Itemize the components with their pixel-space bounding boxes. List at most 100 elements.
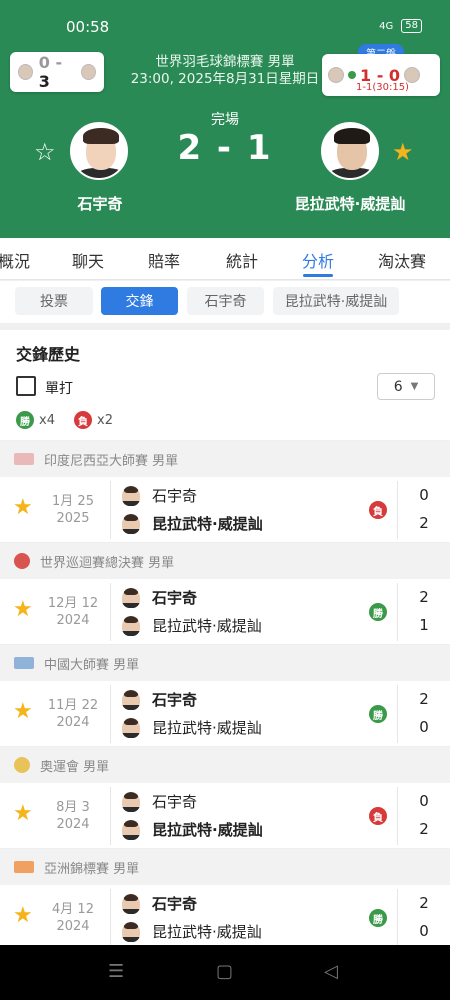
event-name: 印度尼西亞大師賽 男單 — [44, 453, 179, 469]
event-name: 奧運會 男單 — [40, 759, 110, 775]
menu-icon[interactable]: ☰ — [108, 961, 124, 982]
player-row: 石宇奇 — [122, 587, 197, 608]
match-score: 2 - 1 — [177, 128, 273, 168]
favorite-star-icon[interactable]: ★ — [392, 140, 414, 164]
player-avatar-icon — [122, 791, 140, 812]
subtab-vote[interactable]: 投票 — [15, 287, 93, 315]
player-name: 昆拉武特·威提訕 — [152, 821, 263, 839]
favorite-star-icon[interactable]: ★ — [13, 905, 33, 927]
result-badge: 勝 — [369, 705, 387, 723]
h2h-match-list: 印度尼西亞大師賽 男單 ★ 1月 25 2025 石宇奇 昆拉武特·威提訕 負 0… — [0, 441, 450, 951]
win-tally: 勝 x4 — [16, 411, 55, 429]
away-player-name[interactable]: 昆拉武特·威提訕 — [280, 193, 420, 214]
back-icon[interactable]: ◁ — [324, 961, 338, 982]
player-avatar-icon — [18, 64, 33, 80]
match-date: 12月 12 2024 — [47, 596, 99, 628]
result-badge: 負 — [369, 501, 387, 519]
event-logo-icon — [14, 657, 34, 669]
subtab-away-player[interactable]: 昆拉武特·威提訕 — [273, 287, 399, 315]
tournament-info: 世界羽毛球錦標賽 男單 23:00, 2025年8月31日星期日 — [120, 54, 330, 88]
favorite-star-icon[interactable]: ☆ — [34, 140, 56, 164]
loss-badge: 負 — [74, 411, 92, 429]
system-nav-bar: ☰ ▢ ◁ — [0, 945, 450, 1000]
tab-chat[interactable]: 聊天 — [72, 248, 104, 272]
player-avatar-icon — [122, 485, 140, 506]
match-row[interactable]: ★ 12月 12 2024 石宇奇 昆拉武特·威提訕 勝 2 1 — [0, 579, 450, 645]
player-row: 昆拉武特·威提訕 — [122, 513, 263, 534]
match-date: 4月 12 2024 — [52, 902, 94, 934]
result-badge: 勝 — [369, 909, 387, 927]
player-name: 石宇奇 — [152, 895, 198, 913]
live-match-card[interactable]: 1 - 0 1-1(30:15) — [322, 54, 440, 96]
player-avatar-icon — [122, 717, 140, 738]
player2-score: 2 — [419, 514, 429, 532]
favorite-star-icon[interactable]: ★ — [13, 497, 33, 519]
battery-icon: 58 — [401, 19, 422, 33]
singles-checkbox[interactable] — [16, 376, 36, 396]
event-header: 中國大師賽 男單 — [0, 645, 450, 681]
match-row[interactable]: ★ 4月 12 2024 石宇奇 昆拉武特·威提訕 勝 2 0 — [0, 885, 450, 951]
player-row: 昆拉武特·威提訕 — [122, 921, 262, 942]
tab-analysis[interactable]: 分析 — [302, 248, 334, 272]
h2h-section: 交鋒歷史 單打 6 ▼ 勝 x4 負 x2 — [0, 330, 450, 440]
home-icon[interactable]: ▢ — [216, 961, 233, 982]
match-count-value: 6 — [393, 378, 403, 395]
status-bar: 00:58 4G 58 — [0, 18, 450, 38]
win-badge: 勝 — [16, 411, 34, 429]
previous-match-card[interactable]: 0 - 3 — [10, 52, 104, 92]
event-logo-icon — [14, 861, 34, 873]
player-row: 石宇奇 — [122, 485, 197, 506]
player-avatar-icon — [328, 67, 344, 83]
player2-score: 0 — [419, 718, 429, 736]
tab-knockout[interactable]: 淘汰賽 — [378, 248, 426, 272]
player1-score: 0 — [419, 792, 429, 810]
tab-stats[interactable]: 統計 — [226, 248, 258, 272]
event-header: 亞洲錦標賽 男單 — [0, 849, 450, 885]
match-date: 11月 22 2024 — [47, 698, 99, 730]
analysis-subtabs: 投票 交鋒 石宇奇 昆拉武特·威提訕 — [0, 281, 450, 323]
event-name: 世界巡迴賽總決賽 男單 — [40, 555, 175, 571]
tab-overview[interactable]: 概況 — [0, 248, 30, 272]
status-icons: 4G 58 — [379, 19, 422, 33]
live-match-sub: 1-1(30:15) — [356, 82, 409, 93]
active-tab-indicator — [303, 274, 333, 277]
player-name: 石宇奇 — [152, 793, 198, 811]
player-row: 石宇奇 — [122, 791, 197, 812]
home-player-avatar[interactable] — [70, 122, 128, 180]
player-name: 昆拉武特·威提訕 — [152, 923, 262, 941]
subtab-home-player[interactable]: 石宇奇 — [187, 287, 264, 315]
player1-score: 2 — [419, 894, 429, 912]
match-status: 完場 — [211, 112, 239, 128]
match-count-select[interactable]: 6 ▼ — [377, 373, 435, 400]
event-logo-icon — [14, 453, 34, 465]
h2h-title: 交鋒歷史 — [16, 345, 81, 364]
favorite-star-icon[interactable]: ★ — [13, 803, 33, 825]
player-row: 昆拉武特·威提訕 — [122, 819, 263, 840]
tab-odds[interactable]: 賠率 — [148, 248, 180, 272]
player-row: 昆拉武特·威提訕 — [122, 717, 262, 738]
away-player-avatar[interactable] — [321, 122, 379, 180]
match-row[interactable]: ★ 8月 3 2024 石宇奇 昆拉武特·威提訕 負 0 2 — [0, 783, 450, 849]
tournament-name: 世界羽毛球錦標賽 男單 — [155, 54, 295, 70]
match-row[interactable]: ★ 11月 22 2024 石宇奇 昆拉武特·威提訕 勝 2 0 — [0, 681, 450, 747]
player-name: 石宇奇 — [152, 691, 198, 709]
player-avatar-icon — [122, 819, 140, 840]
opponent-avatar-icon — [404, 67, 421, 83]
loss-count: x2 — [97, 412, 113, 428]
player-row: 石宇奇 — [122, 893, 197, 914]
match-date: 8月 3 2024 — [56, 800, 90, 832]
match-row[interactable]: ★ 1月 25 2025 石宇奇 昆拉武特·威提訕 負 0 2 — [0, 477, 450, 543]
player1-score: 0 — [419, 486, 429, 504]
favorite-star-icon[interactable]: ★ — [13, 701, 33, 723]
favorite-star-icon[interactable]: ★ — [13, 599, 33, 621]
player2-score: 0 — [419, 922, 429, 940]
chevron-down-icon: ▼ — [410, 381, 419, 392]
main-tabs: 概況 聊天 賠率 統計 分析 淘汰賽 — [0, 238, 450, 280]
home-player-name[interactable]: 石宇奇 — [30, 193, 170, 214]
signal-icon: 4G — [379, 20, 394, 32]
player-avatar-icon — [122, 689, 140, 710]
player-name: 昆拉武特·威提訕 — [152, 515, 263, 533]
subtab-h2h[interactable]: 交鋒 — [101, 287, 178, 315]
event-header: 印度尼西亞大師賽 男單 — [0, 441, 450, 477]
event-name: 亞洲錦標賽 男單 — [44, 861, 140, 877]
